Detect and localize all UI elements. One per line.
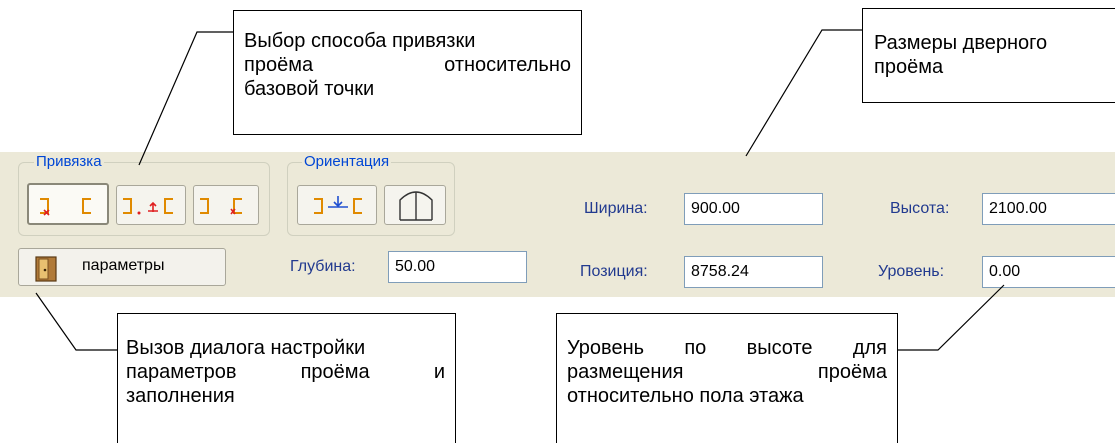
level-callout: Уровень по высоте для размещения проёма … — [556, 313, 898, 443]
level-callout-word: Уровень — [567, 337, 645, 359]
width-label: Ширина: — [584, 200, 648, 217]
level-callout-word: размещения — [567, 361, 684, 383]
snap-right-icon — [200, 198, 242, 215]
level-callout-word: высоте — [746, 337, 813, 359]
orientation-group-legend: Ориентация — [302, 153, 392, 171]
binding-callout-word: проёма — [244, 54, 314, 76]
door-swing-button[interactable] — [384, 185, 446, 225]
height-label: Высота: — [890, 200, 950, 217]
orientation-flip-button[interactable] — [297, 185, 377, 225]
parameters-button-label: параметры — [82, 257, 165, 274]
level-callout-line1: Уровень по высоте для — [567, 336, 887, 360]
binding-callout-line3: базовой точки — [244, 78, 375, 100]
binding-callout-word: относительно — [444, 54, 571, 76]
door-swing-icon — [399, 191, 433, 221]
params-leader-line — [35, 292, 117, 351]
binding-callout-line1: Выбор способа привязки — [244, 30, 476, 52]
level-callout-word: для — [852, 337, 887, 359]
params-callout-word: и — [433, 361, 445, 383]
level-callout-line3: относительно пола этажа — [567, 385, 804, 407]
level-callout-word: проёма — [817, 361, 887, 383]
params-callout-word: параметров — [126, 361, 237, 383]
snap-right-button[interactable] — [193, 185, 259, 225]
position-label: Позиция: — [580, 263, 648, 280]
snap-left-button[interactable] — [27, 183, 109, 225]
snap-center-button[interactable] — [116, 185, 186, 225]
depth-input[interactable] — [388, 251, 527, 283]
dimensions-callout-line2: проёма — [874, 56, 944, 78]
params-callout-line3: заполнения — [126, 385, 235, 407]
binding-leader-line — [138, 31, 233, 166]
level-callout-word: по — [684, 337, 707, 359]
params-callout-line2: параметров проёма и — [126, 360, 445, 384]
dimensions-leader-line — [745, 29, 862, 157]
level-label: Уровень: — [878, 263, 945, 280]
width-input[interactable] — [684, 193, 823, 225]
params-callout-word: проёма — [300, 361, 370, 383]
parameters-button[interactable]: параметры — [18, 248, 226, 286]
binding-callout: Выбор способа привязки проёма относитель… — [233, 10, 582, 135]
depth-label: Глубина: — [290, 258, 356, 275]
dimensions-callout: Размеры дверного проёма — [862, 8, 1115, 103]
params-callout-line1: Вызов диалога настройки — [126, 337, 366, 359]
level-callout-line2: размещения проёма — [567, 360, 887, 384]
binding-group-legend: Привязка — [34, 153, 104, 171]
door-icon — [35, 256, 57, 282]
params-callout: Вызов диалога настройки параметров проём… — [117, 313, 456, 443]
binding-callout-line2: проёма относительно — [244, 53, 571, 77]
orientation-flip-icon — [314, 196, 362, 214]
height-input[interactable] — [982, 193, 1115, 225]
snap-left-icon — [40, 198, 91, 216]
position-input[interactable] — [684, 256, 823, 288]
level-input[interactable] — [982, 256, 1115, 288]
dimensions-callout-line1: Размеры дверного — [874, 32, 1048, 54]
snap-center-icon — [123, 198, 173, 215]
